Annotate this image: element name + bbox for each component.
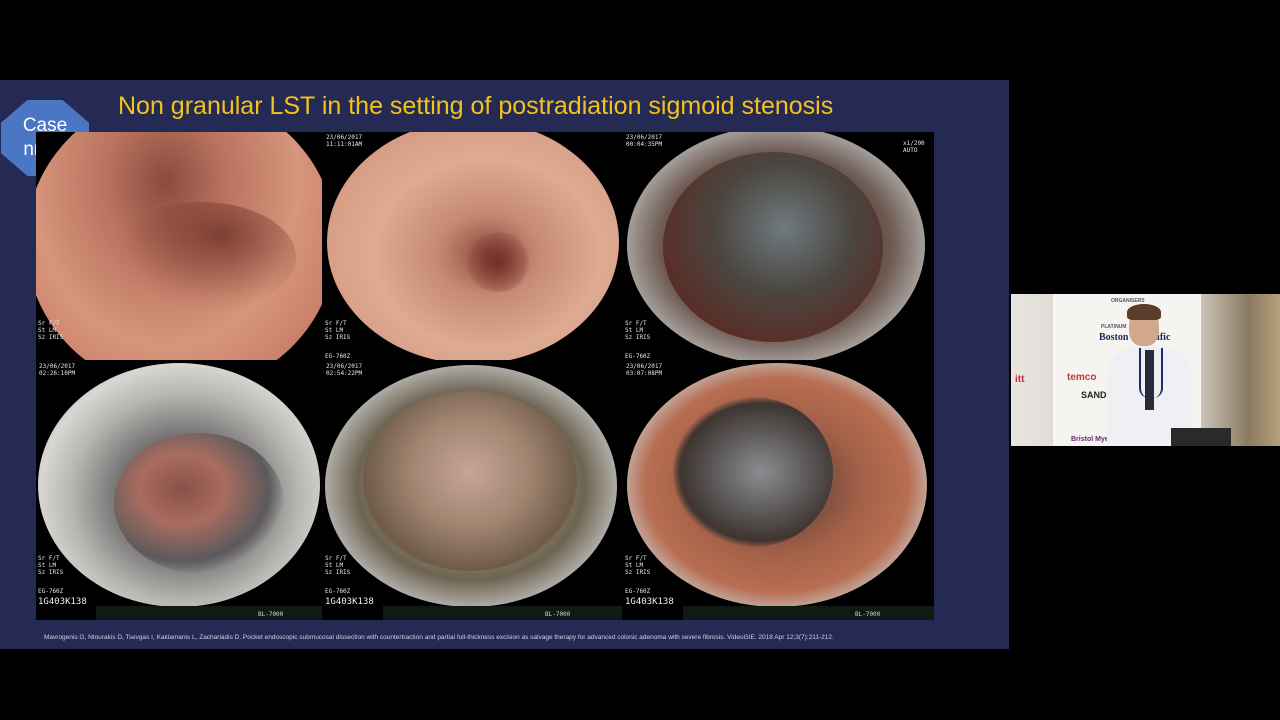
frame-5-osd-left: Sr F/T St LM Sz IRIS bbox=[325, 555, 351, 576]
side-sponsor-text: itt bbox=[1015, 374, 1025, 385]
frame-5-scope-serial: 1G403K138 bbox=[325, 597, 374, 607]
lectern bbox=[1171, 428, 1231, 446]
slide-title: Non granular LST in the setting of postr… bbox=[118, 92, 834, 120]
frame-4-processor: BL-7000 bbox=[258, 611, 284, 618]
frame-2-osd-id: EG-760Z bbox=[325, 353, 351, 360]
frame-2-date: 23/06/2017 bbox=[326, 134, 363, 141]
frame-3-date: 23/06/2017 bbox=[626, 134, 663, 141]
frame-5-osd-id: EG-760Z bbox=[325, 588, 351, 595]
frame-6-osd-left: Sr F/T St LM Sz IRIS bbox=[625, 555, 651, 576]
frame-6-status-bar bbox=[683, 606, 934, 620]
endoscopy-frame-6: 23/06/2017 03:07:08PM Sr F/T St LM Sz IR… bbox=[623, 361, 934, 620]
frame-4-osd-left: Sr F/T St LM Sz IRIS bbox=[38, 555, 64, 576]
frame-3-osd-right: x1/200 AUTO bbox=[903, 140, 925, 154]
speaker-video-inset: itt ORGANISERS PLATINUM Boston Scientifi… bbox=[1011, 294, 1280, 446]
sponsor-sand: SAND bbox=[1081, 390, 1107, 400]
frame-5-processor: BL-7000 bbox=[545, 611, 571, 618]
sponsor-temco: temco bbox=[1067, 372, 1097, 383]
frame-2-time: 11:11:01AM bbox=[326, 141, 363, 148]
dissection-bed bbox=[363, 391, 577, 571]
frame-4-status-bar bbox=[96, 606, 322, 620]
lumen-fold bbox=[106, 202, 296, 312]
frame-4-time: 02:26:10PM bbox=[39, 370, 76, 377]
frame-6-processor: BL-7000 bbox=[855, 611, 881, 618]
frame-5-status-bar bbox=[383, 606, 622, 620]
frame-6-date: 23/06/2017 bbox=[626, 363, 663, 370]
speaker-tie bbox=[1145, 350, 1154, 410]
speaker-hair bbox=[1127, 304, 1161, 320]
endoscopy-frame-3: 23/06/2017 00:04:35PM x1/200 AUTO Sr F/T… bbox=[623, 132, 934, 360]
frame-6-time: 03:07:08PM bbox=[626, 370, 663, 377]
frame-3-time: 00:04:35PM bbox=[626, 141, 663, 148]
frame-5-date: 23/06/2017 bbox=[326, 363, 363, 370]
endoscopy-frame-2: 23/06/2017 11:11:01AM Sr F/T St LM Sz IR… bbox=[323, 132, 622, 360]
frame-1-osd-left: Sr F/T St LM Sz IRIS bbox=[38, 320, 64, 341]
endoscopy-frame-5: 23/06/2017 02:54:22PM Sr F/T St LM Sz IR… bbox=[323, 361, 622, 620]
sponsor-tier: PLATINUM bbox=[1101, 324, 1127, 330]
clip-closure-area bbox=[673, 397, 833, 547]
lumen-opening bbox=[463, 232, 533, 292]
frame-3-osd-id: EG-760Z bbox=[625, 353, 651, 360]
lumen-lesion bbox=[114, 433, 284, 573]
frame-4-date: 23/06/2017 bbox=[39, 363, 76, 370]
frame-5-time: 02:54:22PM bbox=[326, 370, 363, 377]
lumen-fibrosis bbox=[663, 152, 883, 342]
frame-4-scope-serial: 1G403K138 bbox=[38, 597, 87, 607]
frame-6-scope-serial: 1G403K138 bbox=[625, 597, 674, 607]
slide-citation: Mavrogenis G, Ntourakis D, Tsevgas I, Ka… bbox=[44, 634, 834, 641]
banner-heading: ORGANISERS bbox=[1111, 298, 1145, 304]
frame-4-osd-id: EG-760Z bbox=[38, 588, 64, 595]
frame-3-osd-left: Sr F/T St LM Sz IRIS bbox=[625, 320, 651, 341]
presentation-slide: Non granular LST in the setting of postr… bbox=[0, 80, 1009, 649]
endoscopy-frame-4: 23/06/2017 02:26:10PM Sr F/T St LM Sz IR… bbox=[36, 361, 322, 620]
frame-2-osd-left: Sr F/T St LM Sz IRIS bbox=[325, 320, 351, 341]
endoscopy-frame-1: Sr F/T St LM Sz IRIS bbox=[36, 132, 322, 360]
frame-6-osd-id: EG-760Z bbox=[625, 588, 651, 595]
endoscopy-image-grid: Sr F/T St LM Sz IRIS 23/06/2017 11:11:01… bbox=[36, 132, 934, 620]
